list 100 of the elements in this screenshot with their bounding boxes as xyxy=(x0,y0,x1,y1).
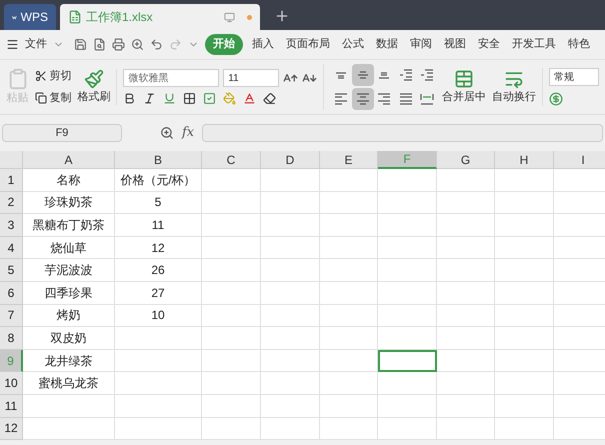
document-search-icon[interactable] xyxy=(93,38,106,51)
table-cell xyxy=(437,259,495,282)
merge-cells-icon[interactable] xyxy=(454,68,474,89)
column-header[interactable]: G xyxy=(437,151,495,169)
table-cell xyxy=(261,259,320,282)
table-cell xyxy=(495,192,554,214)
row-header[interactable]: 12 xyxy=(0,418,23,440)
table-cell xyxy=(261,282,320,305)
wrap-text-button[interactable]: 自动换行 xyxy=(492,88,536,106)
new-tab-icon[interactable] xyxy=(274,8,290,24)
table-cell xyxy=(378,372,437,395)
table-cell xyxy=(320,327,378,350)
row-header[interactable]: 3 xyxy=(0,214,23,237)
table-cell xyxy=(495,304,554,328)
format-painter-button[interactable]: 格式刷 xyxy=(77,88,110,106)
table-cell: 四季珍果 xyxy=(23,282,115,305)
table-cell xyxy=(202,282,261,305)
table-cell xyxy=(261,418,320,440)
paintbrush-icon[interactable] xyxy=(84,68,104,89)
ribbon-tab[interactable]: 公式 xyxy=(339,36,367,53)
row-header[interactable]: 10 xyxy=(0,372,23,395)
print-preview-icon[interactable] xyxy=(131,38,144,51)
table-cell: 价格（元/杯） xyxy=(115,169,202,192)
table-cell: 26 xyxy=(115,259,202,282)
alignment-icon xyxy=(398,93,413,105)
ribbon-tab[interactable]: 开始 xyxy=(205,34,243,55)
merge-center-button[interactable]: 合并居中 xyxy=(442,88,486,106)
italic-icon[interactable] xyxy=(143,92,156,105)
ribbon-tab[interactable]: 特色 xyxy=(565,36,593,53)
format-check-icon[interactable] xyxy=(203,92,216,105)
table-cell xyxy=(261,394,320,418)
printer-icon[interactable] xyxy=(112,38,125,51)
row-header[interactable]: 7 xyxy=(0,304,23,328)
formula-input-field[interactable] xyxy=(202,124,603,142)
currency-icon[interactable] xyxy=(549,92,563,106)
app-tab-label: WPS xyxy=(20,9,48,26)
table-cell xyxy=(320,372,378,395)
table-cell xyxy=(202,418,261,440)
font-select[interactable]: 微软雅黑 xyxy=(123,69,220,87)
table-cell xyxy=(261,350,320,372)
name-box[interactable]: F9 xyxy=(2,124,122,142)
row-header[interactable]: 2 xyxy=(0,192,23,214)
table-cell xyxy=(495,394,554,418)
borders-icon[interactable] xyxy=(183,92,196,105)
table-cell: 11 xyxy=(115,214,202,237)
row-header[interactable]: 6 xyxy=(0,282,23,305)
alignment-icon xyxy=(335,72,348,78)
ribbon-tab[interactable]: 插入 xyxy=(249,36,277,53)
table-cell xyxy=(202,236,261,260)
table-cell xyxy=(437,214,495,237)
row-header[interactable]: 11 xyxy=(0,394,23,418)
column-header[interactable]: C xyxy=(202,151,261,169)
bold-icon[interactable] xyxy=(123,92,136,105)
file-menu[interactable]: 文件 xyxy=(25,36,47,53)
row-header[interactable]: 8 xyxy=(0,327,23,350)
table-cell: 黑糖布丁奶茶 xyxy=(23,214,115,237)
column-header[interactable]: A xyxy=(23,151,115,169)
table-cell xyxy=(320,236,378,260)
function-label[interactable]: fx xyxy=(182,123,194,143)
ribbon-tab[interactable]: 视图 xyxy=(441,36,469,53)
app-tab[interactable]: WPS xyxy=(4,4,56,30)
table-cell xyxy=(437,327,495,350)
ribbon-tab[interactable]: 开发工具 xyxy=(509,36,559,53)
row-header[interactable]: 5 xyxy=(0,259,23,282)
table-cell xyxy=(437,418,495,440)
column-header[interactable]: D xyxy=(261,151,320,169)
fill-color-icon[interactable] xyxy=(223,92,236,105)
table-cell xyxy=(495,372,554,395)
table-cell: 芋泥波波 xyxy=(23,259,115,282)
ribbon-tab[interactable]: 审阅 xyxy=(407,36,435,53)
undo-icon[interactable] xyxy=(150,38,163,51)
table-cell xyxy=(202,304,261,328)
scissors-icon[interactable] xyxy=(35,70,48,82)
menu-icon[interactable] xyxy=(6,38,19,51)
ribbon-tab[interactable]: 页面布局 xyxy=(283,36,333,53)
copy-button[interactable]: 复制 xyxy=(49,90,72,106)
font-size-select[interactable]: 11 xyxy=(223,69,280,87)
alignment-icon xyxy=(378,72,390,78)
alignment-icon xyxy=(398,69,413,81)
font-color-icon[interactable] xyxy=(243,92,256,105)
row-header[interactable]: 4 xyxy=(0,236,23,260)
zoom-icon[interactable] xyxy=(160,126,174,140)
column-header[interactable]: I xyxy=(554,151,605,169)
eraser-icon[interactable] xyxy=(263,92,276,105)
number-format-select[interactable]: 常规 xyxy=(549,68,599,86)
align-button[interactable] xyxy=(352,64,374,86)
table-cell xyxy=(437,236,495,260)
ribbon-tab[interactable]: 数据 xyxy=(373,36,401,53)
table-cell xyxy=(261,327,320,350)
column-header[interactable]: H xyxy=(495,151,554,169)
align-button[interactable] xyxy=(352,88,374,110)
column-header[interactable]: B xyxy=(115,151,202,169)
ribbon-tab[interactable]: 安全 xyxy=(475,36,503,53)
row-header[interactable]: 1 xyxy=(0,169,23,192)
copy-icon[interactable] xyxy=(35,92,48,104)
save-icon[interactable] xyxy=(74,38,87,51)
underline-icon[interactable] xyxy=(163,92,176,105)
cut-button[interactable]: 剪切 xyxy=(49,68,72,84)
table-cell xyxy=(261,372,320,395)
table-cell xyxy=(202,214,261,237)
